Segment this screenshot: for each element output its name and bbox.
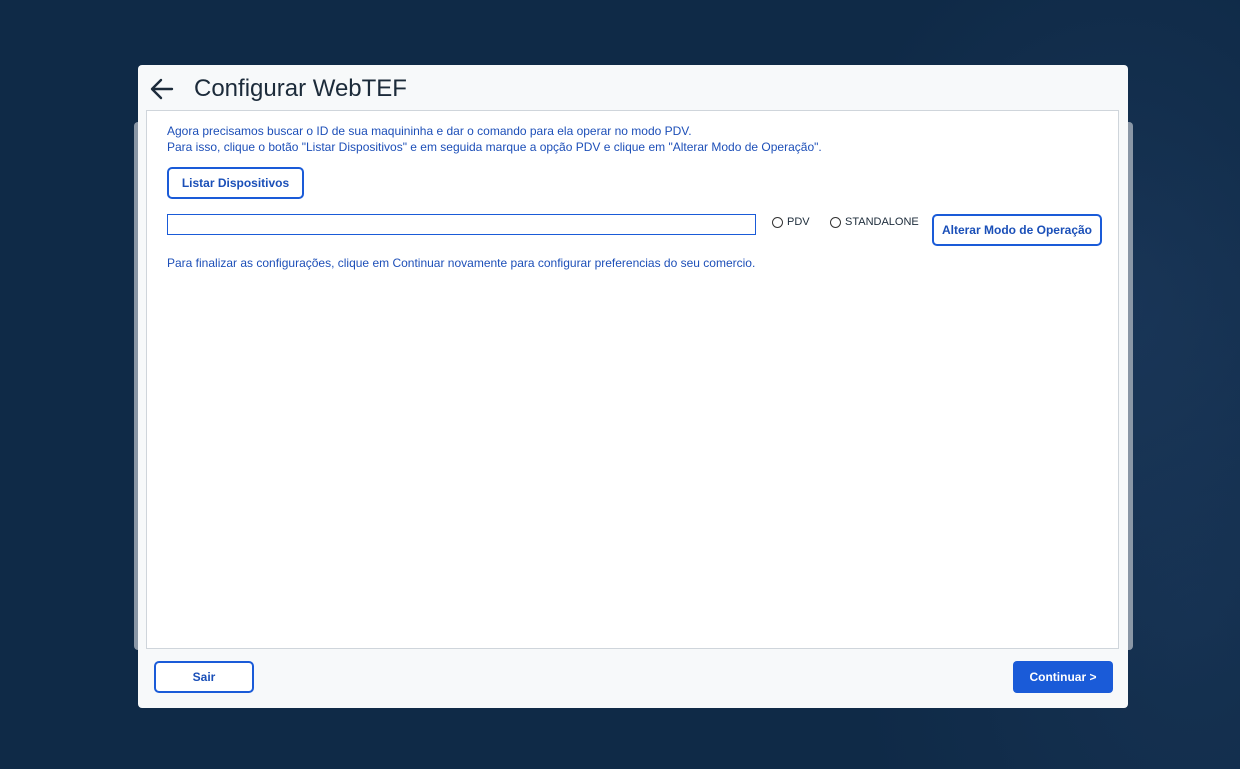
change-mode-button[interactable]: Alterar Modo de Operação: [932, 214, 1102, 246]
arrow-left-icon: [150, 78, 174, 100]
continue-button[interactable]: Continuar >: [1013, 661, 1113, 693]
radio-pdv[interactable]: PDV: [772, 216, 810, 228]
device-id-input[interactable]: [167, 214, 756, 235]
list-devices-button[interactable]: Listar Dispositivos: [167, 167, 304, 199]
radio-standalone-label: STANDALONE: [845, 216, 919, 228]
radio-standalone[interactable]: STANDALONE: [830, 216, 919, 228]
content-panel: Agora precisamos buscar o ID de sua maqu…: [146, 110, 1119, 649]
instruction-line-1: Agora precisamos buscar o ID de sua maqu…: [167, 124, 692, 138]
final-instructions-text: Para finalizar as configurações, clique …: [167, 256, 756, 270]
radio-standalone-circle[interactable]: [830, 216, 841, 228]
exit-button[interactable]: Sair: [154, 661, 254, 693]
instructions-text: Agora precisamos buscar o ID de sua maqu…: [167, 123, 822, 155]
radio-pdv-circle[interactable]: [772, 216, 783, 228]
back-button[interactable]: [148, 75, 176, 103]
dialog-title: Configurar WebTEF: [194, 75, 407, 102]
dialog-header: Configurar WebTEF: [138, 65, 1128, 110]
instruction-line-2: Para isso, clique o botão "Listar Dispos…: [167, 140, 822, 154]
radio-pdv-label: PDV: [787, 216, 810, 228]
configure-webtef-dialog: Configurar WebTEF Agora precisamos busca…: [138, 65, 1128, 708]
